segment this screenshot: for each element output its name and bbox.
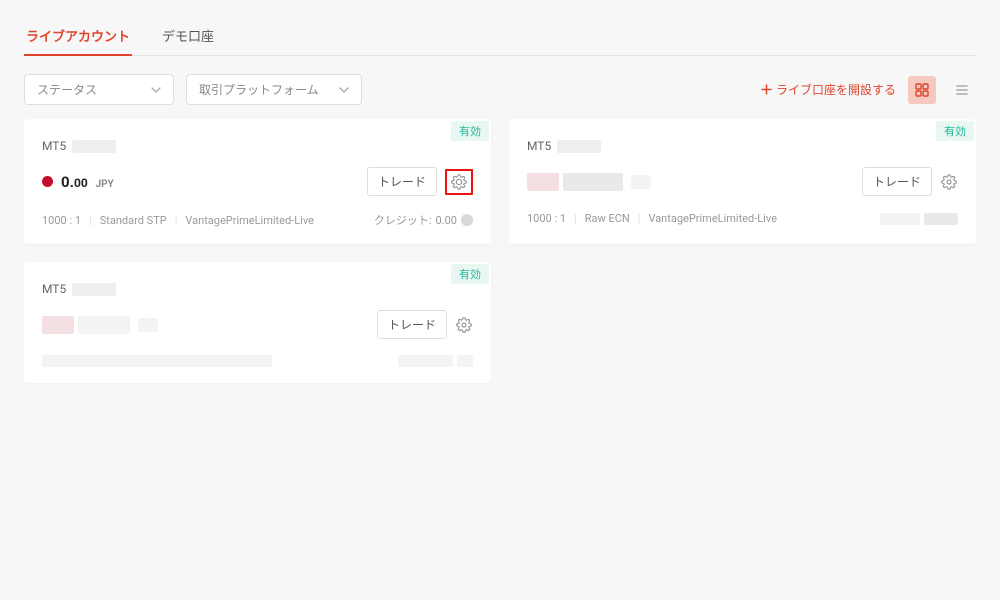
account-tabs: ライブアカウント デモ口座 <box>24 20 976 56</box>
leverage-label: 1000 : 1 <box>527 212 566 225</box>
redacted-block <box>72 283 116 296</box>
account-card: 有効 MT5 0.00 JPY トレード <box>24 119 491 244</box>
platform-label: MT5 <box>42 282 66 296</box>
trade-button[interactable]: トレード <box>367 167 437 196</box>
redacted-block <box>78 316 130 334</box>
redacted-block <box>631 175 651 189</box>
chevron-down-icon <box>151 85 161 95</box>
open-live-account-button[interactable]: ライブ口座を開設する <box>761 81 896 98</box>
highlight-annotation <box>445 169 473 195</box>
platform-filter-label: 取引プラットフォーム <box>199 81 319 98</box>
status-badge: 有効 <box>451 264 489 284</box>
trade-button[interactable]: トレード <box>862 167 932 196</box>
gear-icon <box>941 174 957 190</box>
settings-button[interactable] <box>455 316 473 334</box>
status-filter-label: ステータス <box>37 81 97 98</box>
trade-button[interactable]: トレード <box>377 310 447 339</box>
redacted-block <box>398 355 453 367</box>
status-badge: 有効 <box>451 121 489 141</box>
currency-label: JPY <box>95 179 113 190</box>
grid-view-button[interactable] <box>908 76 936 104</box>
status-badge: 有効 <box>936 121 974 141</box>
platform-filter[interactable]: 取引プラットフォーム <box>186 74 362 105</box>
tab-demo-account[interactable]: デモ口座 <box>160 20 216 55</box>
tab-live-account[interactable]: ライブアカウント <box>24 20 132 55</box>
balance-amount: 0.00 JPY <box>61 173 114 191</box>
leverage-label: 1000 : 1 <box>42 214 81 227</box>
gear-icon <box>451 174 467 190</box>
balance <box>42 316 158 334</box>
open-live-account-label: ライブ口座を開設する <box>776 81 896 98</box>
account-card: 有効 MT5 トレード 100 <box>509 119 976 244</box>
redacted-block <box>880 213 920 225</box>
account-type-label: Raw ECN <box>585 212 630 225</box>
accounts-grid: 有効 MT5 0.00 JPY トレード <box>24 119 976 383</box>
grid-icon <box>915 83 929 97</box>
account-card: 有効 MT5 トレード <box>24 262 491 383</box>
chevron-down-icon <box>339 85 349 95</box>
list-view-button[interactable] <box>948 76 976 104</box>
redacted-block <box>557 140 601 153</box>
redacted-block <box>138 318 158 332</box>
redacted-block <box>457 355 473 367</box>
status-dot-icon <box>42 176 53 187</box>
redacted-block <box>72 140 116 153</box>
redacted-block <box>527 173 559 191</box>
redacted-block <box>924 213 958 225</box>
list-icon <box>955 83 969 97</box>
balance: 0.00 JPY <box>42 173 114 191</box>
balance <box>527 173 651 191</box>
settings-button[interactable] <box>940 173 958 191</box>
plus-icon <box>761 84 772 95</box>
server-label: VantagePrimeLimited-Live <box>648 212 777 225</box>
settings-button[interactable] <box>450 173 468 191</box>
server-label: VantagePrimeLimited-Live <box>185 214 314 227</box>
redacted-block <box>42 316 74 334</box>
credit-info: クレジット: 0.00 <box>374 212 473 228</box>
info-icon[interactable] <box>461 214 473 226</box>
platform-label: MT5 <box>42 139 66 153</box>
toolbar: ステータス 取引プラットフォーム ライブ口座を開設する <box>24 74 976 105</box>
platform-label: MT5 <box>527 139 551 153</box>
gear-icon <box>456 317 472 333</box>
account-type-label: Standard STP <box>100 214 167 227</box>
status-filter[interactable]: ステータス <box>24 74 174 105</box>
redacted-block <box>563 173 623 191</box>
redacted-block <box>42 355 272 367</box>
